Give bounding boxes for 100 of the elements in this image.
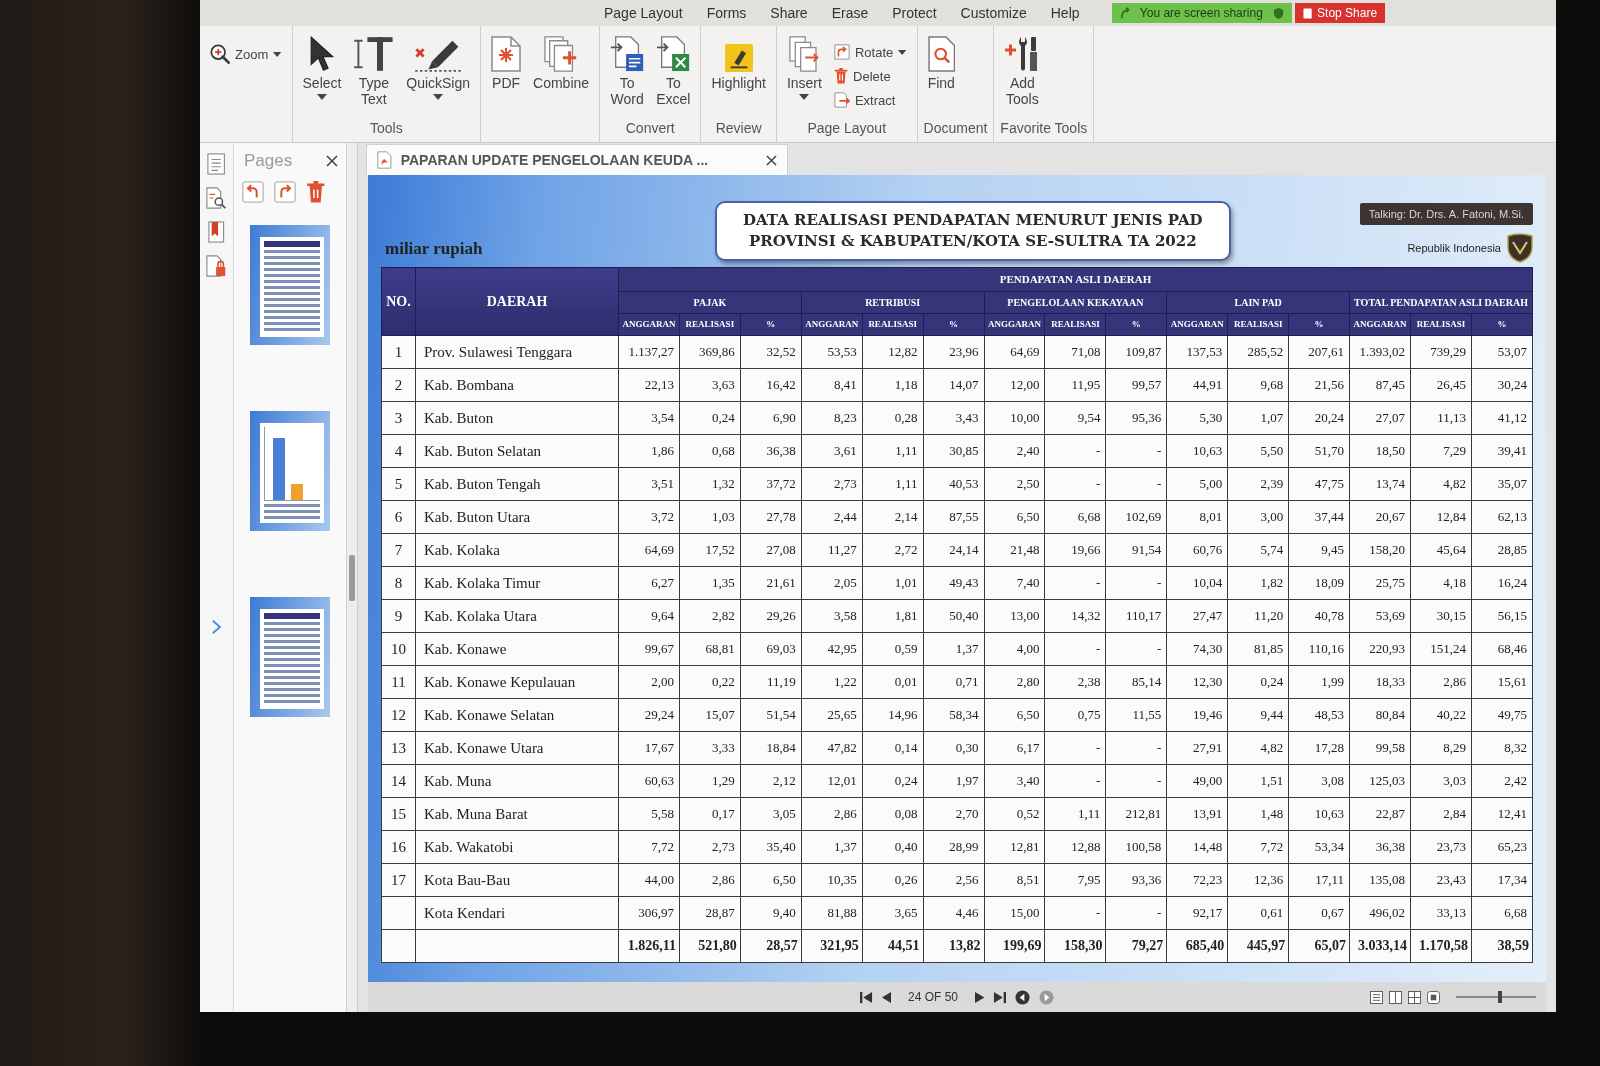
table-cell: -	[1044, 434, 1106, 468]
slide-title: DATA REALISASI PENDAPATAN MENURUT JENIS PAD	[743, 210, 1203, 231]
table-cell: 4,18	[1410, 566, 1472, 600]
ribbon-tab[interactable]: Forms	[694, 0, 759, 26]
table-cell: 69,03	[740, 632, 802, 666]
first-page-icon[interactable]	[859, 990, 873, 1004]
table-cell: 0,30	[923, 731, 985, 765]
page-view-icon[interactable]	[1427, 990, 1440, 1004]
page-thumbnail[interactable]	[250, 225, 330, 345]
table-cell: 1.170,58	[1410, 929, 1472, 963]
quicksign-button[interactable]: QuickSign	[402, 30, 475, 102]
table-cell: 85,14	[1105, 665, 1167, 699]
table-cell: -	[1105, 896, 1167, 930]
group-label: Page Layout	[806, 120, 888, 138]
table-cell: 4	[381, 434, 416, 468]
table-cell: 12,81	[984, 830, 1045, 864]
ribbon-tab[interactable]: Customize	[948, 0, 1039, 26]
zoom-button[interactable]: Zoom	[206, 42, 286, 66]
page-search-icon[interactable]	[206, 187, 227, 209]
column-header: NO.	[381, 267, 416, 336]
table-cell: 5,74	[1227, 533, 1289, 567]
slider-thumb[interactable]	[1497, 991, 1502, 1003]
find-button[interactable]: Find	[923, 30, 960, 93]
table-cell: 10,63	[1288, 797, 1350, 831]
next-page-icon[interactable]	[975, 990, 985, 1004]
lock-page-icon[interactable]	[206, 255, 227, 277]
table-cell: 49,00	[1166, 764, 1228, 798]
page-list-icon[interactable]	[207, 153, 226, 175]
table-cell: 0,61	[1227, 896, 1289, 930]
table-cell: 23,96	[923, 335, 985, 369]
table-cell: 521,80	[679, 929, 741, 963]
rotate-right-icon[interactable]	[274, 181, 296, 203]
rotate-button[interactable]: Rotate	[829, 42, 911, 62]
table-cell: 53,53	[801, 335, 863, 369]
previous-page-icon[interactable]	[881, 990, 891, 1004]
stop-icon	[1302, 7, 1313, 19]
close-icon[interactable]	[326, 155, 338, 167]
page-view-icon[interactable]	[1370, 990, 1383, 1004]
select-button[interactable]: Select	[298, 30, 346, 102]
to-excel-button[interactable]: To Excel	[652, 30, 695, 109]
table-cell: 4,46	[923, 896, 985, 930]
table-cell: Kab. Kolaka Timur	[415, 566, 619, 600]
table-cell: 1,11	[862, 434, 924, 468]
table-cell: 0,17	[679, 797, 741, 831]
table-cell: 11,19	[740, 665, 802, 699]
page-thumbnail[interactable]	[250, 411, 330, 531]
table-cell: 32,52	[740, 335, 802, 369]
emblem-caption: Republik Indonesia	[1407, 242, 1501, 254]
page-thumbnail[interactable]	[250, 597, 330, 717]
table-cell: 2,86	[679, 863, 741, 897]
ribbon-tab[interactable]: Help	[1038, 0, 1092, 26]
table-cell: 62,13	[1471, 500, 1533, 534]
document-tab[interactable]: PAPARAN UPDATE PENGELOLAAN KEUDA ...	[366, 144, 789, 175]
table-cell: 37,72	[740, 467, 802, 501]
table-cell: 3,58	[801, 599, 863, 633]
table-cell: 306,97	[618, 896, 680, 930]
table-cell: 17	[381, 863, 416, 897]
add-tools-button[interactable]: Add Tools	[1000, 30, 1045, 109]
rotate-page-icon	[833, 44, 850, 60]
table-cell: 158,30	[1044, 929, 1106, 963]
two-page-view-icon[interactable]	[1389, 990, 1402, 1004]
combine-button[interactable]: Combine	[529, 30, 594, 93]
type-text-button[interactable]: Type Text	[349, 30, 399, 109]
table-cell: 2,86	[801, 797, 863, 831]
table-cell: Kab. Bombana	[415, 368, 619, 402]
insert-button[interactable]: Insert	[782, 30, 826, 102]
ribbon-tab[interactable]: Erase	[819, 0, 881, 26]
extract-button[interactable]: Extract	[829, 90, 911, 110]
table-cell: 1,29	[679, 764, 741, 798]
highlight-button[interactable]: Highlight	[707, 30, 770, 93]
group-label: Convert	[624, 120, 676, 138]
table-cell: 102,69	[1105, 500, 1167, 534]
table-cell: 14,48	[1166, 830, 1228, 864]
grid-view-icon[interactable]	[1408, 990, 1421, 1004]
ribbon-tab[interactable]: Protect	[880, 0, 949, 26]
rotate-left-icon[interactable]	[242, 181, 264, 203]
table-cell: 2,00	[618, 665, 680, 699]
back-icon[interactable]	[1015, 989, 1031, 1005]
trash-icon[interactable]	[306, 181, 326, 203]
table-cell: 64,69	[618, 533, 680, 567]
chevron-right-icon[interactable]	[211, 619, 222, 635]
table-cell: 0,24	[1227, 665, 1289, 699]
to-word-button[interactable]: To Word	[606, 30, 649, 109]
table-cell: 11	[381, 665, 416, 699]
scrollbar-thumb[interactable]	[349, 554, 355, 601]
table-cell: 2,73	[679, 830, 741, 864]
pdf-button[interactable]: PDF	[487, 30, 526, 93]
last-page-icon[interactable]	[993, 990, 1007, 1004]
ribbon-tab[interactable]: Share	[758, 0, 820, 26]
close-icon[interactable]	[766, 154, 778, 166]
stop-share-button[interactable]: Stop Share	[1294, 3, 1386, 23]
delete-button[interactable]: Delete	[829, 66, 911, 86]
bookmark-icon[interactable]	[208, 221, 225, 243]
ribbon-tab[interactable]: Page Layout	[592, 0, 695, 26]
table-cell: 110,16	[1288, 632, 1350, 666]
table-cell: 53,07	[1471, 335, 1533, 369]
page-to-word-icon	[610, 36, 645, 72]
table-cell: 28,99	[923, 830, 985, 864]
forward-icon[interactable]	[1039, 989, 1055, 1005]
table-cell: 20,67	[1349, 500, 1411, 534]
